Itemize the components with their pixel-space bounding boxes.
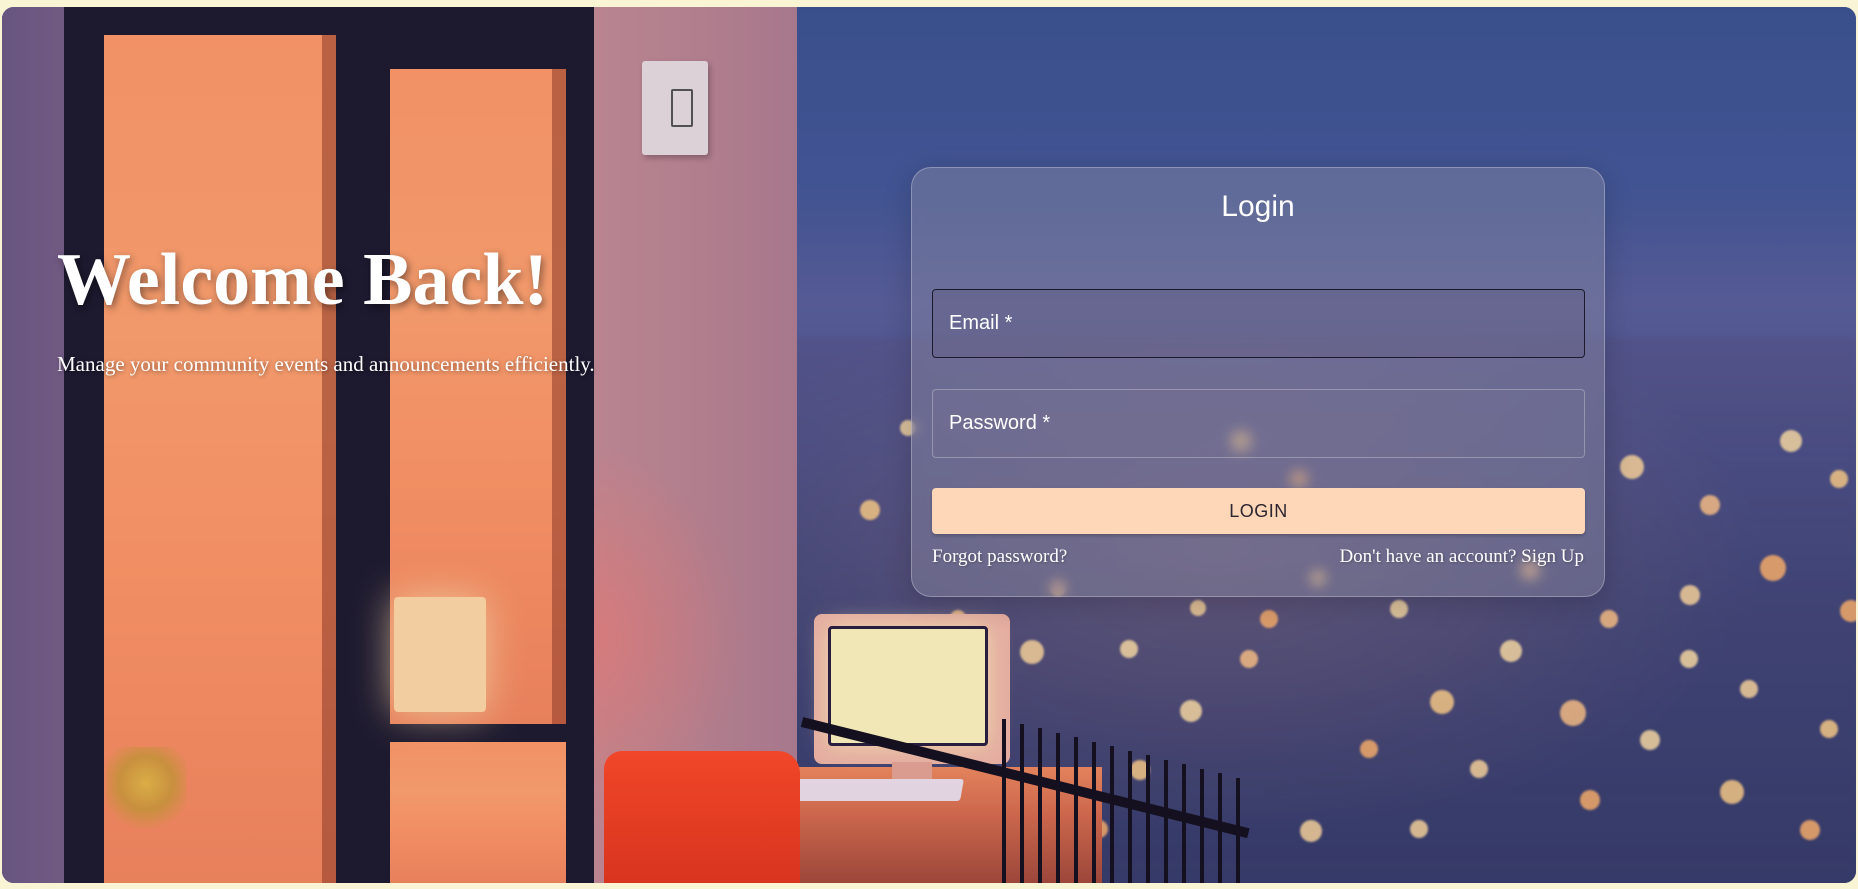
password-field[interactable]: Password *	[932, 389, 1585, 458]
signup-link[interactable]: Don't have an account? Sign Up	[1339, 546, 1584, 568]
login-title: Login	[1221, 190, 1295, 223]
hero-title: Welcome Back!	[57, 239, 549, 321]
login-card: Login Email * Password * LOGIN Forgot pa…	[911, 167, 1605, 597]
email-field[interactable]: Email *	[932, 289, 1585, 358]
page-frame: Welcome Back! Manage your community even…	[2, 7, 1856, 883]
hero-subtitle: Manage your community events and announc…	[57, 352, 595, 376]
hero-section: Welcome Back! Manage your community even…	[57, 240, 617, 376]
email-field-label: Email *	[949, 312, 1013, 334]
login-button[interactable]: LOGIN	[932, 488, 1585, 534]
password-field-label: Password *	[949, 412, 1051, 434]
forgot-password-link[interactable]: Forgot password?	[932, 546, 1067, 568]
